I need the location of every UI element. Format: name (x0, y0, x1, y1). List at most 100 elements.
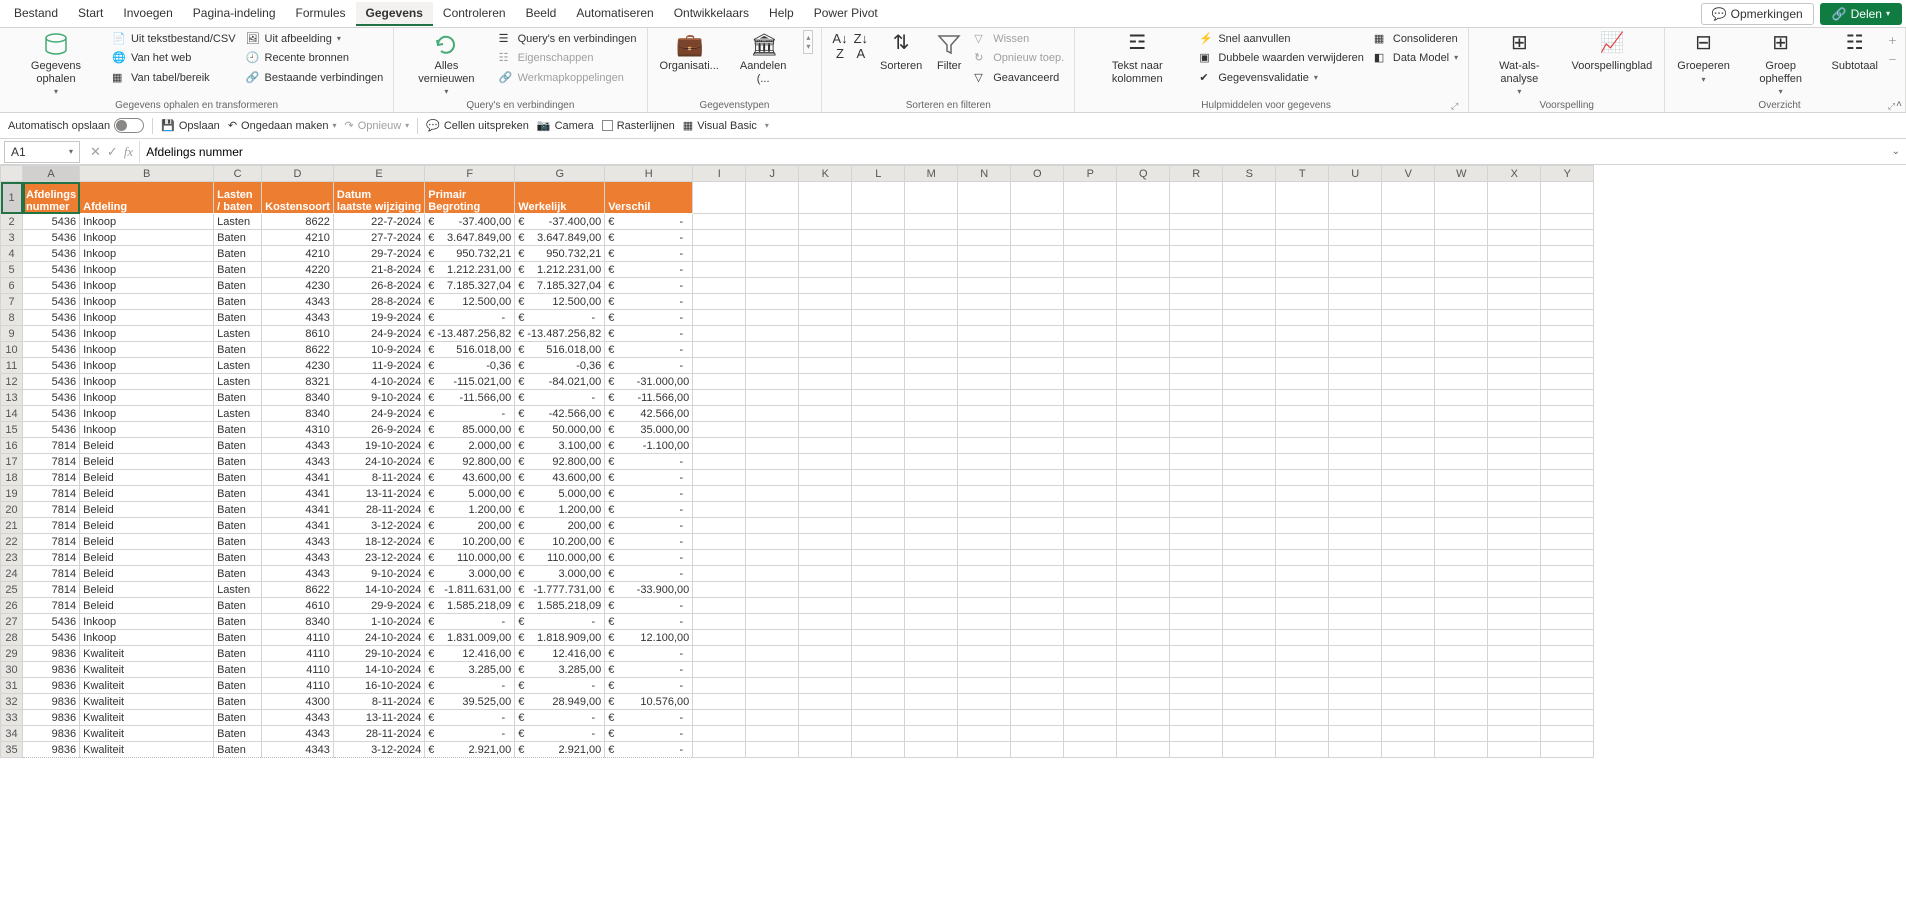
cell-P35[interactable] (1064, 742, 1117, 758)
cell-S13[interactable] (1223, 390, 1276, 406)
cell-I29[interactable] (693, 646, 746, 662)
cell-H4[interactable]: €- (605, 246, 693, 262)
cell-G1[interactable]: Werkelijk (515, 182, 605, 214)
cell-P29[interactable] (1064, 646, 1117, 662)
cell-G22[interactable]: €10.200,00 (515, 534, 605, 550)
cell-P27[interactable] (1064, 614, 1117, 630)
cell-M13[interactable] (905, 390, 958, 406)
cell-J6[interactable] (746, 278, 799, 294)
cell-D20[interactable]: 4341 (262, 502, 334, 518)
cell-W13[interactable] (1435, 390, 1488, 406)
cell-H8[interactable]: €- (605, 310, 693, 326)
row-header-17[interactable]: 17 (1, 454, 23, 470)
cell-B13[interactable]: Inkoop (80, 390, 214, 406)
cell-X6[interactable] (1488, 278, 1541, 294)
cell-C18[interactable]: Baten (214, 470, 262, 486)
cell-T35[interactable] (1276, 742, 1329, 758)
col-header-E[interactable]: E (333, 166, 424, 182)
cell-Y35[interactable] (1541, 742, 1594, 758)
cell-I2[interactable] (693, 214, 746, 230)
cell-I32[interactable] (693, 694, 746, 710)
cell-Q24[interactable] (1117, 566, 1170, 582)
cell-V11[interactable] (1382, 358, 1435, 374)
cell-M30[interactable] (905, 662, 958, 678)
cell-J5[interactable] (746, 262, 799, 278)
cell-M5[interactable] (905, 262, 958, 278)
cell-T29[interactable] (1276, 646, 1329, 662)
cell-Q29[interactable] (1117, 646, 1170, 662)
cell-R30[interactable] (1170, 662, 1223, 678)
cell-Q12[interactable] (1117, 374, 1170, 390)
cell-W16[interactable] (1435, 438, 1488, 454)
cell-A24[interactable]: 7814 (23, 566, 80, 582)
cell-N26[interactable] (958, 598, 1011, 614)
cell-G7[interactable]: €12.500,00 (515, 294, 605, 310)
cell-M4[interactable] (905, 246, 958, 262)
cell-C22[interactable]: Baten (214, 534, 262, 550)
cell-I3[interactable] (693, 230, 746, 246)
row-header-4[interactable]: 4 (1, 246, 23, 262)
cell-B24[interactable]: Beleid (80, 566, 214, 582)
cell-E28[interactable]: 24-10-2024 (333, 630, 424, 646)
cell-W2[interactable] (1435, 214, 1488, 230)
cell-X7[interactable] (1488, 294, 1541, 310)
cell-Q19[interactable] (1117, 486, 1170, 502)
cell-Q10[interactable] (1117, 342, 1170, 358)
cell-D5[interactable]: 4220 (262, 262, 334, 278)
cell-A23[interactable]: 7814 (23, 550, 80, 566)
cell-L4[interactable] (852, 246, 905, 262)
cell-I14[interactable] (693, 406, 746, 422)
cell-G27[interactable]: €- (515, 614, 605, 630)
subtotal-button[interactable]: ☷Subtotaal (1828, 30, 1882, 75)
cell-P17[interactable] (1064, 454, 1117, 470)
cell-V14[interactable] (1382, 406, 1435, 422)
cell-C20[interactable]: Baten (214, 502, 262, 518)
cell-J20[interactable] (746, 502, 799, 518)
cell-M24[interactable] (905, 566, 958, 582)
cell-H7[interactable]: €- (605, 294, 693, 310)
cell-U18[interactable] (1329, 470, 1382, 486)
cell-Y31[interactable] (1541, 678, 1594, 694)
cell-U11[interactable] (1329, 358, 1382, 374)
cell-T20[interactable] (1276, 502, 1329, 518)
cell-R5[interactable] (1170, 262, 1223, 278)
cell-S21[interactable] (1223, 518, 1276, 534)
cell-B26[interactable]: Beleid (80, 598, 214, 614)
cell-N32[interactable] (958, 694, 1011, 710)
cell-D22[interactable]: 4343 (262, 534, 334, 550)
cell-A13[interactable]: 5436 (23, 390, 80, 406)
cell-A32[interactable]: 9836 (23, 694, 80, 710)
cell-C1[interactable]: Lasten/ baten (214, 182, 262, 214)
cell-Q23[interactable] (1117, 550, 1170, 566)
cell-I12[interactable] (693, 374, 746, 390)
row-header-10[interactable]: 10 (1, 342, 23, 358)
show-detail-button[interactable]: ＋ (1888, 34, 1897, 47)
cell-R13[interactable] (1170, 390, 1223, 406)
cell-F22[interactable]: €10.200,00 (425, 534, 515, 550)
cell-R31[interactable] (1170, 678, 1223, 694)
cell-E19[interactable]: 13-11-2024 (333, 486, 424, 502)
cell-O33[interactable] (1011, 710, 1064, 726)
cell-T22[interactable] (1276, 534, 1329, 550)
cell-K26[interactable] (799, 598, 852, 614)
cell-E6[interactable]: 26-8-2024 (333, 278, 424, 294)
cell-C30[interactable]: Baten (214, 662, 262, 678)
col-header-H[interactable]: H (605, 166, 693, 182)
row-header-15[interactable]: 15 (1, 422, 23, 438)
cell-O25[interactable] (1011, 582, 1064, 598)
cell-A17[interactable]: 7814 (23, 454, 80, 470)
menu-tab-pagina-indeling[interactable]: Pagina-indeling (183, 2, 286, 26)
cell-S14[interactable] (1223, 406, 1276, 422)
cell-D25[interactable]: 8622 (262, 582, 334, 598)
cell-V1[interactable] (1382, 182, 1435, 214)
cell-U25[interactable] (1329, 582, 1382, 598)
cell-O22[interactable] (1011, 534, 1064, 550)
cell-S10[interactable] (1223, 342, 1276, 358)
cell-S3[interactable] (1223, 230, 1276, 246)
cell-I30[interactable] (693, 662, 746, 678)
cell-R7[interactable] (1170, 294, 1223, 310)
cell-O15[interactable] (1011, 422, 1064, 438)
cell-C12[interactable]: Lasten (214, 374, 262, 390)
cell-C23[interactable]: Baten (214, 550, 262, 566)
cell-H35[interactable]: €- (605, 742, 693, 758)
